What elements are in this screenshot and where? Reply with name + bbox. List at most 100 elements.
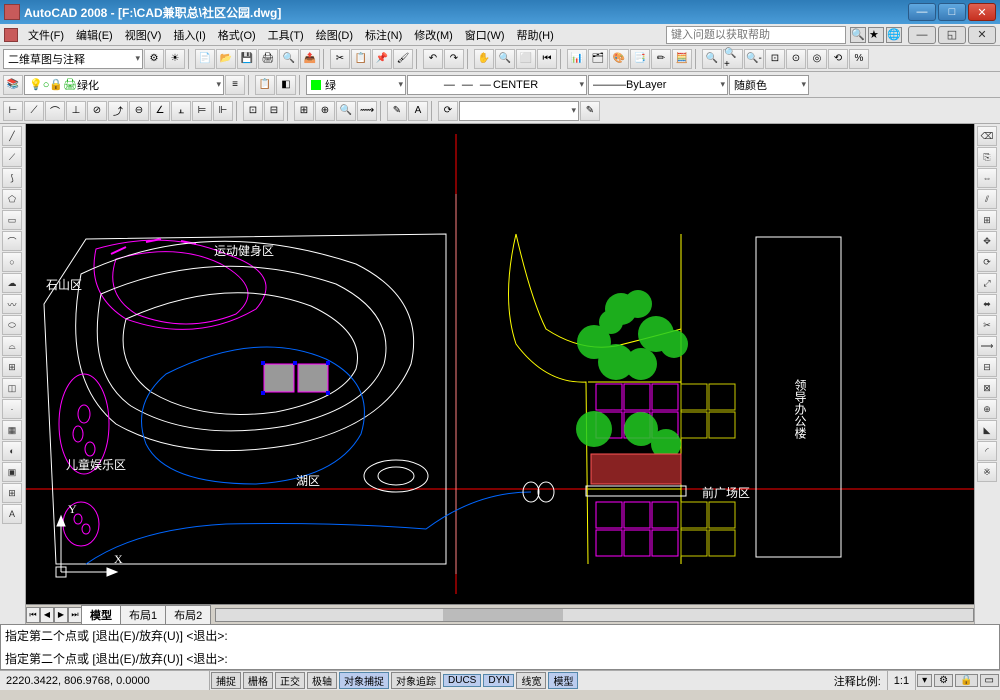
stretch-icon[interactable]: ⬌ [977, 294, 997, 314]
gradient-icon[interactable]: ◐ [2, 441, 22, 461]
region-icon[interactable]: ▣ [2, 462, 22, 482]
linetype-dropdown[interactable]: — — — CENTER [407, 75, 587, 95]
anno-scale-value[interactable]: 1:1 [888, 671, 916, 690]
mode-lwt[interactable]: 线宽 [516, 672, 546, 689]
zoom-obj-icon[interactable]: ◎ [807, 49, 827, 69]
break-icon[interactable]: ⊠ [977, 378, 997, 398]
command-window[interactable]: 指定第二个点或 [退出(E)/放弃(U)] <退出>: 指定第二个点或 [退出(… [0, 624, 1000, 670]
offset-icon[interactable]: ⫽ [977, 189, 997, 209]
anno-vis-icon[interactable]: ▾ [917, 674, 932, 687]
move-icon[interactable]: ✥ [977, 231, 997, 251]
search-icon[interactable]: 🔍 [850, 27, 866, 43]
pan-icon[interactable]: ✋ [474, 49, 494, 69]
properties-icon[interactable]: 📊 [567, 49, 587, 69]
layer-prev-icon[interactable]: ≡ [225, 75, 245, 95]
menu-window[interactable]: 窗口(W) [459, 25, 511, 45]
menu-draw[interactable]: 绘图(D) [310, 25, 359, 45]
menu-format[interactable]: 格式(O) [212, 25, 262, 45]
mode-snap[interactable]: 捕捉 [211, 672, 241, 689]
minimize-button[interactable]: — [908, 3, 936, 21]
dim-radius-icon[interactable]: ⊘ [87, 101, 107, 121]
dim-quick-icon[interactable]: ⫠ [171, 101, 191, 121]
print-icon[interactable]: 🖨 [258, 49, 278, 69]
menu-file[interactable]: 文件(F) [22, 25, 70, 45]
arc-icon[interactable]: ⌒ [2, 231, 22, 251]
rotate-icon[interactable]: ⟳ [977, 252, 997, 272]
dim-linear-icon[interactable]: ⊢ [3, 101, 23, 121]
mode-ducs[interactable]: DUCS [443, 674, 481, 687]
lineweight-dropdown[interactable]: ——— ByLayer [588, 75, 728, 95]
tab-model[interactable]: 模型 [81, 605, 121, 624]
zoom-rt-icon[interactable]: 🔍 [495, 49, 515, 69]
zoom-ext-icon[interactable]: 🔍 [702, 49, 722, 69]
mode-otrack[interactable]: 对象追踪 [391, 672, 441, 689]
dimstyle-dropdown[interactable] [459, 101, 579, 121]
open-icon[interactable]: 📂 [216, 49, 236, 69]
mtext-icon[interactable]: A [2, 504, 22, 524]
array-icon[interactable]: ⊞ [977, 210, 997, 230]
circle-icon[interactable]: ○ [2, 252, 22, 272]
pline-icon[interactable]: ⟆ [2, 168, 22, 188]
ellipse-icon[interactable]: ⬭ [2, 315, 22, 335]
anno-auto-icon[interactable]: ⚙ [934, 674, 953, 687]
table-icon[interactable]: ⊞ [2, 483, 22, 503]
mode-model[interactable]: 模型 [548, 672, 578, 689]
star-icon[interactable]: ★ [868, 27, 884, 43]
chamfer-icon[interactable]: ◣ [977, 420, 997, 440]
dim-tedit-icon[interactable]: A [408, 101, 428, 121]
save-icon[interactable]: 💾 [237, 49, 257, 69]
lock-ui-icon[interactable]: 🔒 [955, 674, 977, 687]
mode-grid[interactable]: 栅格 [243, 672, 273, 689]
dim-edit-icon[interactable]: ✎ [387, 101, 407, 121]
preview-icon[interactable]: 🔍 [279, 49, 299, 69]
tab-first-icon[interactable]: ⏮ [26, 607, 40, 623]
break-pt-icon[interactable]: ⊟ [977, 357, 997, 377]
redo-icon[interactable]: ↷ [444, 49, 464, 69]
point-icon[interactable]: · [2, 399, 22, 419]
copy-icon[interactable]: 📋 [351, 49, 371, 69]
undo-icon[interactable]: ↶ [423, 49, 443, 69]
zoom-all-icon[interactable]: ⊡ [765, 49, 785, 69]
dcenter-icon[interactable]: 🗂 [588, 49, 608, 69]
copy-obj-icon[interactable]: ⎘ [977, 147, 997, 167]
xline-icon[interactable]: ⟋ [2, 147, 22, 167]
layer-iso-icon[interactable]: ◧ [276, 75, 296, 95]
dim-continue-icon[interactable]: ⊩ [213, 101, 233, 121]
coords-readout[interactable]: 2220.3422, 806.9768, 0.0000 [0, 671, 210, 690]
hscrollbar[interactable] [215, 608, 974, 622]
doc-close-button[interactable]: ✕ [968, 26, 996, 44]
dim-ord-icon[interactable]: ⊥ [66, 101, 86, 121]
zoom-out-icon[interactable]: 🔍- [744, 49, 764, 69]
clean-screen-icon[interactable]: ▭ [980, 674, 999, 687]
trim-icon[interactable]: ✂ [977, 315, 997, 335]
close-button[interactable]: ✕ [968, 3, 996, 21]
cut-icon[interactable]: ✂ [330, 49, 350, 69]
publish-icon[interactable]: 📤 [300, 49, 320, 69]
plotstyle-dropdown[interactable]: 随颜色 [729, 75, 809, 95]
joglinear-icon[interactable]: ⟿ [357, 101, 377, 121]
dim-angular-icon[interactable]: ∠ [150, 101, 170, 121]
tab-layout1[interactable]: 布局1 [120, 605, 166, 624]
zoom-win-icon[interactable]: ⬜ [516, 49, 536, 69]
dimstyle-mgr-icon[interactable]: ✎ [580, 101, 600, 121]
layer-state-icon[interactable]: 📋 [255, 75, 275, 95]
workspace-dropdown[interactable]: 二维草图与注释 [3, 49, 143, 69]
zoom-prev-icon[interactable]: ⏮ [537, 49, 557, 69]
menu-dimension[interactable]: 标注(N) [359, 25, 408, 45]
toolpal-icon[interactable]: 🎨 [609, 49, 629, 69]
dim-space-icon[interactable]: ⊡ [243, 101, 263, 121]
menu-modify[interactable]: 修改(M) [408, 25, 459, 45]
layer-mgr-icon[interactable]: 📚 [3, 75, 23, 95]
mode-osnap[interactable]: 对象捕捉 [339, 672, 389, 689]
dim-diameter-icon[interactable]: ⊖ [129, 101, 149, 121]
revcloud-icon[interactable]: ☁ [2, 273, 22, 293]
doc-restore-button[interactable]: ◱ [938, 26, 966, 44]
menu-view[interactable]: 视图(V) [119, 25, 168, 45]
explode-icon[interactable]: ※ [977, 462, 997, 482]
paste-icon[interactable]: 📌 [372, 49, 392, 69]
globe-icon[interactable]: 🌐 [886, 27, 902, 43]
tab-layout2[interactable]: 布局2 [165, 605, 211, 624]
menu-insert[interactable]: 插入(I) [167, 25, 211, 45]
menu-help[interactable]: 帮助(H) [511, 25, 560, 45]
dim-jog-icon[interactable]: ⤴ [108, 101, 128, 121]
